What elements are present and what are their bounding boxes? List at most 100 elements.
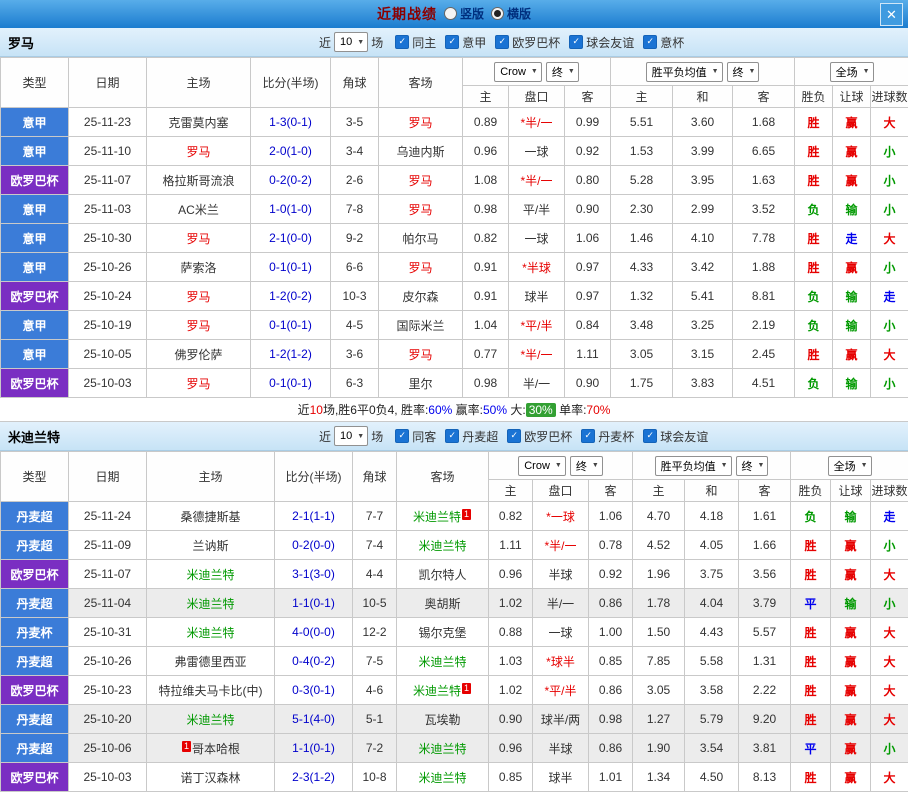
league-badge: 意甲 [1, 108, 69, 137]
match-row: 丹麦超25-11-04米迪兰特1-1(0-1)10-5奥胡斯1.02半/一0.8… [1, 589, 908, 618]
close-button[interactable]: ✕ [880, 3, 903, 26]
team-name: 罗马 [0, 33, 316, 52]
away-team-cell: 米迪兰特1 [397, 502, 489, 531]
avg-odds-home: 1.96 [633, 560, 685, 589]
match-date: 25-10-24 [69, 282, 147, 311]
avg-odds-draw: 2.99 [673, 195, 733, 224]
scope-group-header: 全场▼ [795, 58, 908, 86]
filter-checkbox[interactable]: ✓欧罗巴杯 [495, 34, 560, 51]
checkbox-checked-icon: ✓ [507, 429, 521, 443]
avg-final-select[interactable]: 终▼ [736, 456, 769, 476]
scope-select[interactable]: 全场▼ [828, 456, 872, 476]
result-flag: 胜 [795, 166, 833, 195]
handicap-flag: 赢 [831, 705, 871, 734]
away-team-cell: 罗马 [379, 253, 463, 282]
league-rank-badge: 1 [462, 509, 471, 520]
handicap-flag: 赢 [833, 137, 871, 166]
filter-checkbox[interactable]: ✓丹麦超 [445, 428, 498, 445]
goals-flag: 小 [871, 734, 908, 763]
filter-bar: 近10▼场✓同客✓丹麦超✓欧罗巴杯✓丹麦杯✓球会友谊 [316, 426, 708, 446]
chevron-down-icon: ▼ [749, 68, 756, 75]
away-team-name: 罗马 [408, 174, 432, 188]
corner-score: 2-6 [331, 166, 379, 195]
recent-count-select[interactable]: 10▼ [334, 426, 368, 446]
home-team-name: 诺丁汉森林 [180, 771, 240, 785]
home-team-cell: 特拉维夫马卡比(中) [147, 676, 275, 705]
league-badge: 欧罗巴杯 [1, 676, 69, 705]
result-flag: 负 [795, 195, 833, 224]
filter-checkbox[interactable]: ✓球会友谊 [643, 428, 708, 445]
away-team-cell: 罗马 [379, 108, 463, 137]
away-team-name: 乌迪内斯 [396, 145, 444, 159]
match-row: 意甲25-10-05佛罗伦萨1-2(1-2)3-6罗马0.77*半/一1.113… [1, 340, 908, 369]
away-team-cell: 国际米兰 [379, 311, 463, 340]
recent-count-select[interactable]: 10▼ [334, 32, 368, 52]
home-team-cell: 罗马 [147, 369, 251, 398]
layout-radio-horizontal[interactable]: 横版 [491, 5, 531, 22]
bookmaker-select[interactable]: Crow▼ [494, 62, 542, 82]
chevron-down-icon: ▼ [721, 462, 728, 469]
checkbox-checked-icon: ✓ [643, 35, 657, 49]
col-date: 日期 [69, 58, 147, 108]
filter-checkbox[interactable]: ✓意杯 [643, 34, 684, 51]
handicap-odds-home: 0.98 [463, 195, 509, 224]
avg-odds-draw: 4.43 [685, 618, 739, 647]
checkbox-checked-icon: ✓ [445, 35, 459, 49]
league-badge: 丹麦杯 [1, 618, 69, 647]
filter-checkbox[interactable]: ✓意甲 [445, 34, 486, 51]
filter-checkbox[interactable]: ✓欧罗巴杯 [507, 428, 572, 445]
col-result: 胜负 [791, 480, 831, 502]
home-team-cell: 罗马 [147, 224, 251, 253]
away-team-name: 米迪兰特 [418, 742, 466, 756]
filter-bar: 近10▼场✓同主✓意甲✓欧罗巴杯✓球会友谊✓意杯 [316, 32, 684, 52]
avg-odds-away: 2.22 [739, 676, 791, 705]
away-team-name: 米迪兰特 [418, 655, 466, 669]
match-row: 丹麦超25-10-26弗雷德里西亚0-4(0-2)7-5米迪兰特1.03*球半0… [1, 647, 908, 676]
match-score: 5-1(4-0) [275, 705, 353, 734]
scope-group-header: 全场▼ [791, 452, 908, 480]
league-badge: 欧罗巴杯 [1, 560, 69, 589]
match-score: 0-1(0-1) [251, 311, 331, 340]
home-team-name: 兰讷斯 [192, 539, 228, 553]
home-team-cell: 米迪兰特 [147, 560, 275, 589]
goals-flag: 小 [871, 311, 908, 340]
avg-odds-home: 3.48 [611, 311, 673, 340]
filter-checkbox[interactable]: ✓球会友谊 [569, 34, 634, 51]
avg-odds-home: 4.52 [633, 531, 685, 560]
layout-radio-vertical[interactable]: 竖版 [444, 5, 484, 22]
filter-label: 球会友谊 [660, 428, 708, 445]
handicap-flag: 赢 [831, 647, 871, 676]
avg-odds-select[interactable]: 胜平负均值▼ [655, 456, 732, 476]
handicap-line: 球半/两 [533, 705, 589, 734]
handicap-final-select[interactable]: 终▼ [570, 456, 603, 476]
handicap-final-select[interactable]: 终▼ [546, 62, 579, 82]
away-team-cell: 里尔 [379, 369, 463, 398]
scope-select[interactable]: 全场▼ [830, 62, 874, 82]
summary-segment: 60% [428, 403, 452, 417]
radio-label: 横版 [507, 5, 531, 22]
filter-checkbox[interactable]: ✓同主 [395, 34, 436, 51]
result-flag: 胜 [795, 108, 833, 137]
match-date: 25-11-23 [69, 108, 147, 137]
goals-flag: 走 [871, 502, 908, 531]
away-team-cell: 米迪兰特 [397, 531, 489, 560]
bookmaker-select[interactable]: Crow▼ [518, 456, 566, 476]
away-team-cell: 锡尔克堡 [397, 618, 489, 647]
summary-segment: 70% [586, 403, 610, 417]
match-row: 意甲25-10-30罗马2-1(0-0)9-2帕尔马0.82一球1.061.46… [1, 224, 908, 253]
col-result: 胜负 [795, 86, 833, 108]
avg-odds-select[interactable]: 胜平负均值▼ [646, 62, 723, 82]
avg-odds-home: 7.85 [633, 647, 685, 676]
league-badge: 欧罗巴杯 [1, 282, 69, 311]
filter-checkbox[interactable]: ✓丹麦杯 [581, 428, 634, 445]
avg-final-select[interactable]: 终▼ [727, 62, 760, 82]
match-score: 0-1(0-1) [251, 369, 331, 398]
filter-checkbox[interactable]: ✓同客 [395, 428, 436, 445]
avg-odds-draw: 4.04 [685, 589, 739, 618]
avg-odds-away: 3.81 [739, 734, 791, 763]
corner-score: 10-8 [353, 763, 397, 792]
result-flag: 胜 [791, 705, 831, 734]
col-away: 客场 [397, 452, 489, 502]
summary-bar: 近10场,胜6平0负4, 胜率:60% 赢率:50% 大:30% 单率:70% [0, 398, 908, 422]
result-flag: 负 [795, 282, 833, 311]
